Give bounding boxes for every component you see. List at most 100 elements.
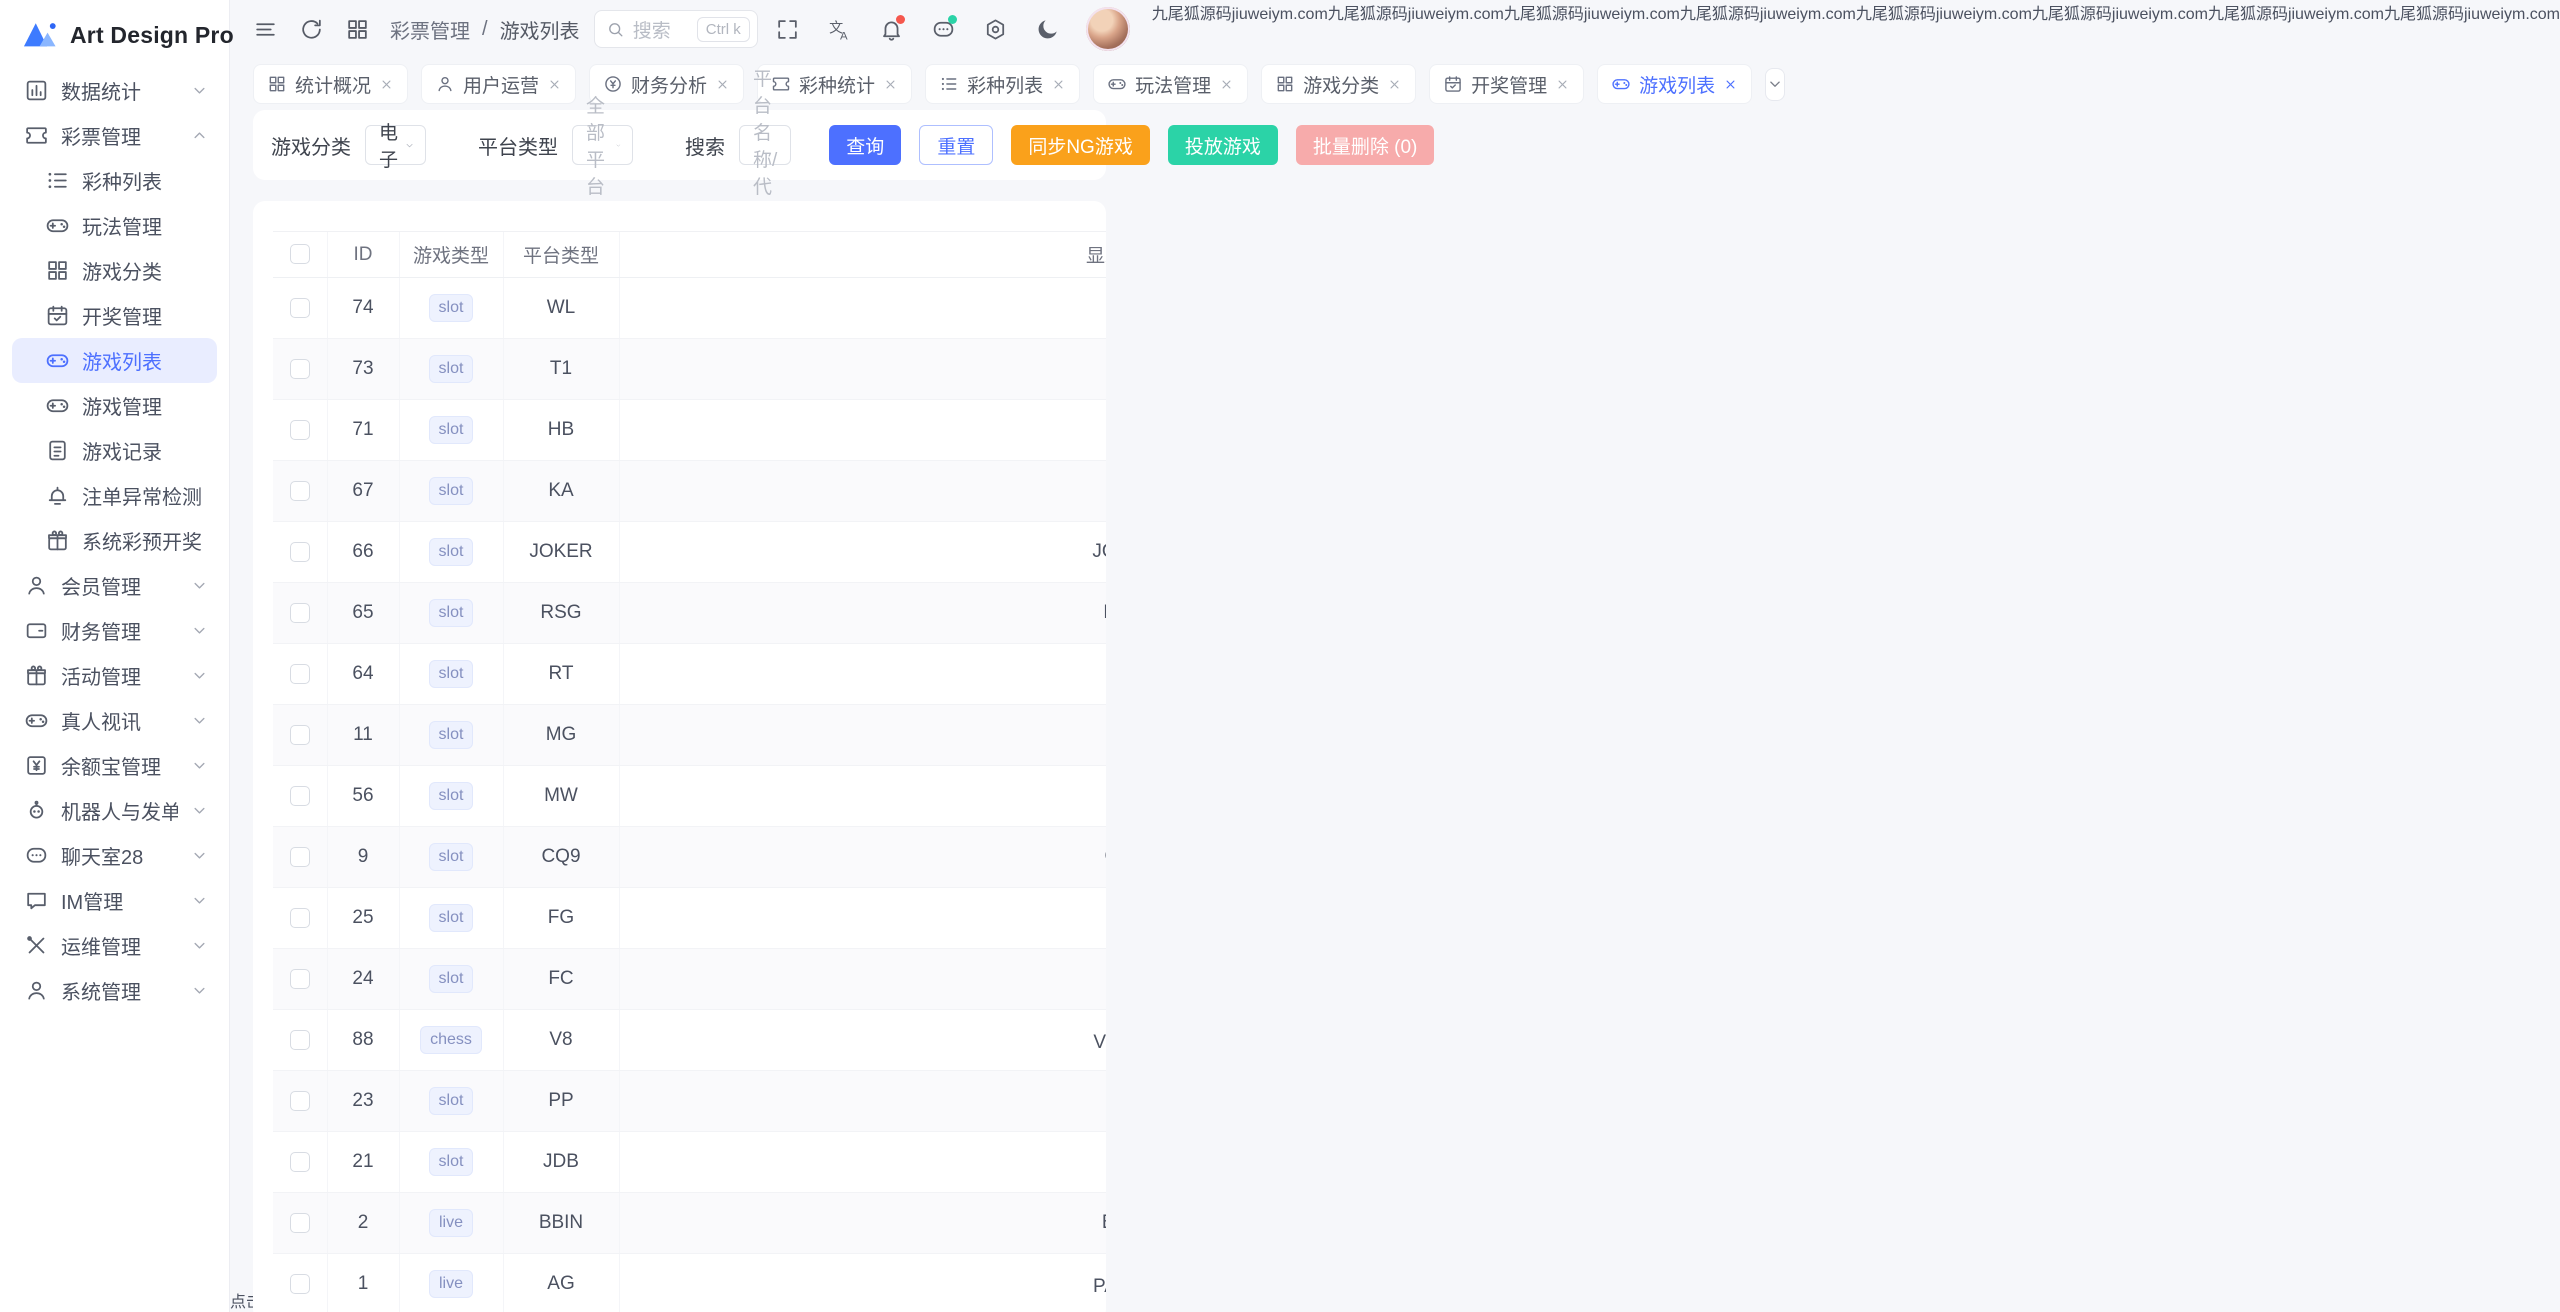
search-placeholder: 搜索: [633, 16, 689, 43]
sidebar-item-16[interactable]: 机器人与发单: [12, 788, 217, 833]
breadcrumb-parent[interactable]: 彩票管理: [390, 15, 470, 44]
row-checkbox[interactable]: [290, 725, 310, 745]
sidebar-item-4[interactable]: 游戏分类: [12, 248, 217, 293]
sidebar-item-11[interactable]: 会员管理: [12, 563, 217, 608]
row-checkbox[interactable]: [290, 1274, 310, 1294]
close-icon[interactable]: [1387, 77, 1402, 92]
tab-8[interactable]: 游戏列表: [1597, 64, 1752, 104]
platform-search-input[interactable]: 平台名称/代码: [739, 125, 791, 165]
close-icon[interactable]: [1051, 77, 1066, 92]
row-checkbox[interactable]: [290, 786, 310, 806]
cell-id: 25: [327, 888, 399, 949]
row-checkbox[interactable]: [290, 1152, 310, 1172]
messages-button[interactable]: [922, 8, 966, 50]
table-row: 74slotWLWL29-WL编辑游戏管理删除: [273, 278, 1106, 339]
sidebar-item-14[interactable]: 真人视讯: [12, 698, 217, 743]
tab-3[interactable]: 彩种统计: [757, 64, 912, 104]
sidebar-item-2[interactable]: 彩种列表: [12, 158, 217, 203]
app-title: Art Design Pro: [70, 22, 234, 49]
list-icon: [939, 74, 959, 94]
table-row: 56slotMWMW11-MW编辑游戏管理删除: [273, 766, 1106, 827]
tab-1[interactable]: 用户运营: [421, 64, 576, 104]
sidebar-item-label: 游戏分类: [82, 256, 162, 285]
dark-mode-button[interactable]: [1026, 8, 1070, 50]
close-icon[interactable]: [1723, 77, 1738, 92]
row-checkbox[interactable]: [290, 603, 310, 623]
tab-0[interactable]: 统计概况: [253, 64, 408, 104]
row-checkbox[interactable]: [290, 420, 310, 440]
topbar: 彩票管理 / 游戏列表 搜索 Ctrl k 文A: [230, 0, 1152, 58]
notifications-button[interactable]: [870, 8, 914, 50]
user-icon: [24, 573, 49, 598]
row-checkbox[interactable]: [290, 1030, 310, 1050]
sync-ng-games-button[interactable]: 同步NG游戏: [1011, 125, 1150, 165]
cell-id: 65: [327, 583, 399, 644]
cell-display-name: CQ9: [619, 827, 1106, 888]
cell-platform: MW: [503, 766, 619, 827]
tab-options-button[interactable]: [1765, 68, 1785, 101]
query-button[interactable]: 查询: [829, 125, 901, 165]
close-icon[interactable]: [1555, 77, 1570, 92]
close-icon[interactable]: [883, 77, 898, 92]
select-all-checkbox[interactable]: [290, 244, 310, 264]
platform-select[interactable]: 全部平台: [572, 125, 633, 165]
tab-6[interactable]: 游戏分类: [1261, 64, 1416, 104]
close-icon[interactable]: [1219, 77, 1234, 92]
row-checkbox[interactable]: [290, 908, 310, 928]
settings-button[interactable]: [974, 8, 1018, 50]
apps-button[interactable]: [336, 8, 378, 50]
close-icon[interactable]: [547, 77, 562, 92]
tab-4[interactable]: 彩种列表: [925, 64, 1080, 104]
cell-id: 2: [327, 1193, 399, 1254]
sidebar-item-5[interactable]: 开奖管理: [12, 293, 217, 338]
user-icon: [24, 978, 49, 1003]
reset-button[interactable]: 重置: [919, 125, 993, 165]
user-avatar[interactable]: [1086, 7, 1130, 51]
game-type-badge: slot: [429, 904, 474, 932]
row-checkbox[interactable]: [290, 1213, 310, 1233]
row-checkbox[interactable]: [290, 298, 310, 318]
sidebar-item-20[interactable]: 系统管理: [12, 968, 217, 1013]
cell-platform: RT: [503, 644, 619, 705]
sidebar-item-19[interactable]: 运维管理: [12, 923, 217, 968]
tab-5[interactable]: 玩法管理: [1093, 64, 1248, 104]
row-checkbox[interactable]: [290, 359, 310, 379]
row-checkbox[interactable]: [290, 481, 310, 501]
breadcrumb-separator: /: [482, 18, 488, 41]
category-select[interactable]: 电子: [365, 125, 426, 165]
platform-select-value: 全部平台: [586, 91, 615, 199]
sidebar-item-18[interactable]: IM管理: [12, 878, 217, 923]
tab-7[interactable]: 开奖管理: [1429, 64, 1584, 104]
cell-id: 71: [327, 400, 399, 461]
row-checkbox[interactable]: [290, 969, 310, 989]
sidebar-item-12[interactable]: 财务管理: [12, 608, 217, 653]
launch-game-button[interactable]: 投放游戏: [1168, 125, 1278, 165]
fullscreen-button[interactable]: [766, 8, 810, 50]
sidebar-item-8[interactable]: 游戏记录: [12, 428, 217, 473]
sidebar-item-label: 机器人与发单: [61, 796, 178, 825]
sidebar-item-6[interactable]: 游戏列表: [12, 338, 217, 383]
sidebar-item-15[interactable]: 余额宝管理: [12, 743, 217, 788]
row-checkbox[interactable]: [290, 847, 310, 867]
sidebar-item-1[interactable]: 彩票管理: [12, 113, 217, 158]
sidebar-item-13[interactable]: 活动管理: [12, 653, 217, 698]
sidebar-item-10[interactable]: 系统彩预开奖: [12, 518, 217, 563]
row-checkbox[interactable]: [290, 1091, 310, 1111]
language-button[interactable]: 文A: [818, 8, 862, 50]
app-logo[interactable]: Art Design Pro: [12, 8, 217, 62]
global-search-input[interactable]: 搜索 Ctrl k: [594, 10, 758, 48]
close-icon[interactable]: [379, 77, 394, 92]
sidebar-item-9[interactable]: 注单异常检测: [12, 473, 217, 518]
sidebar-item-0[interactable]: 数据统计: [12, 68, 217, 113]
collapse-menu-button[interactable]: [244, 8, 286, 50]
close-icon[interactable]: [715, 77, 730, 92]
row-checkbox[interactable]: [290, 542, 310, 562]
gamepad-icon: [1611, 74, 1631, 94]
sidebar-item-7[interactable]: 游戏管理: [12, 383, 217, 428]
refresh-button[interactable]: [290, 8, 332, 50]
sidebar-item-3[interactable]: 玩法管理: [12, 203, 217, 248]
chevron-down-icon: [190, 81, 209, 100]
batch-delete-button[interactable]: 批量删除 (0): [1296, 125, 1435, 165]
sidebar-item-17[interactable]: 聊天室28: [12, 833, 217, 878]
row-checkbox[interactable]: [290, 664, 310, 684]
